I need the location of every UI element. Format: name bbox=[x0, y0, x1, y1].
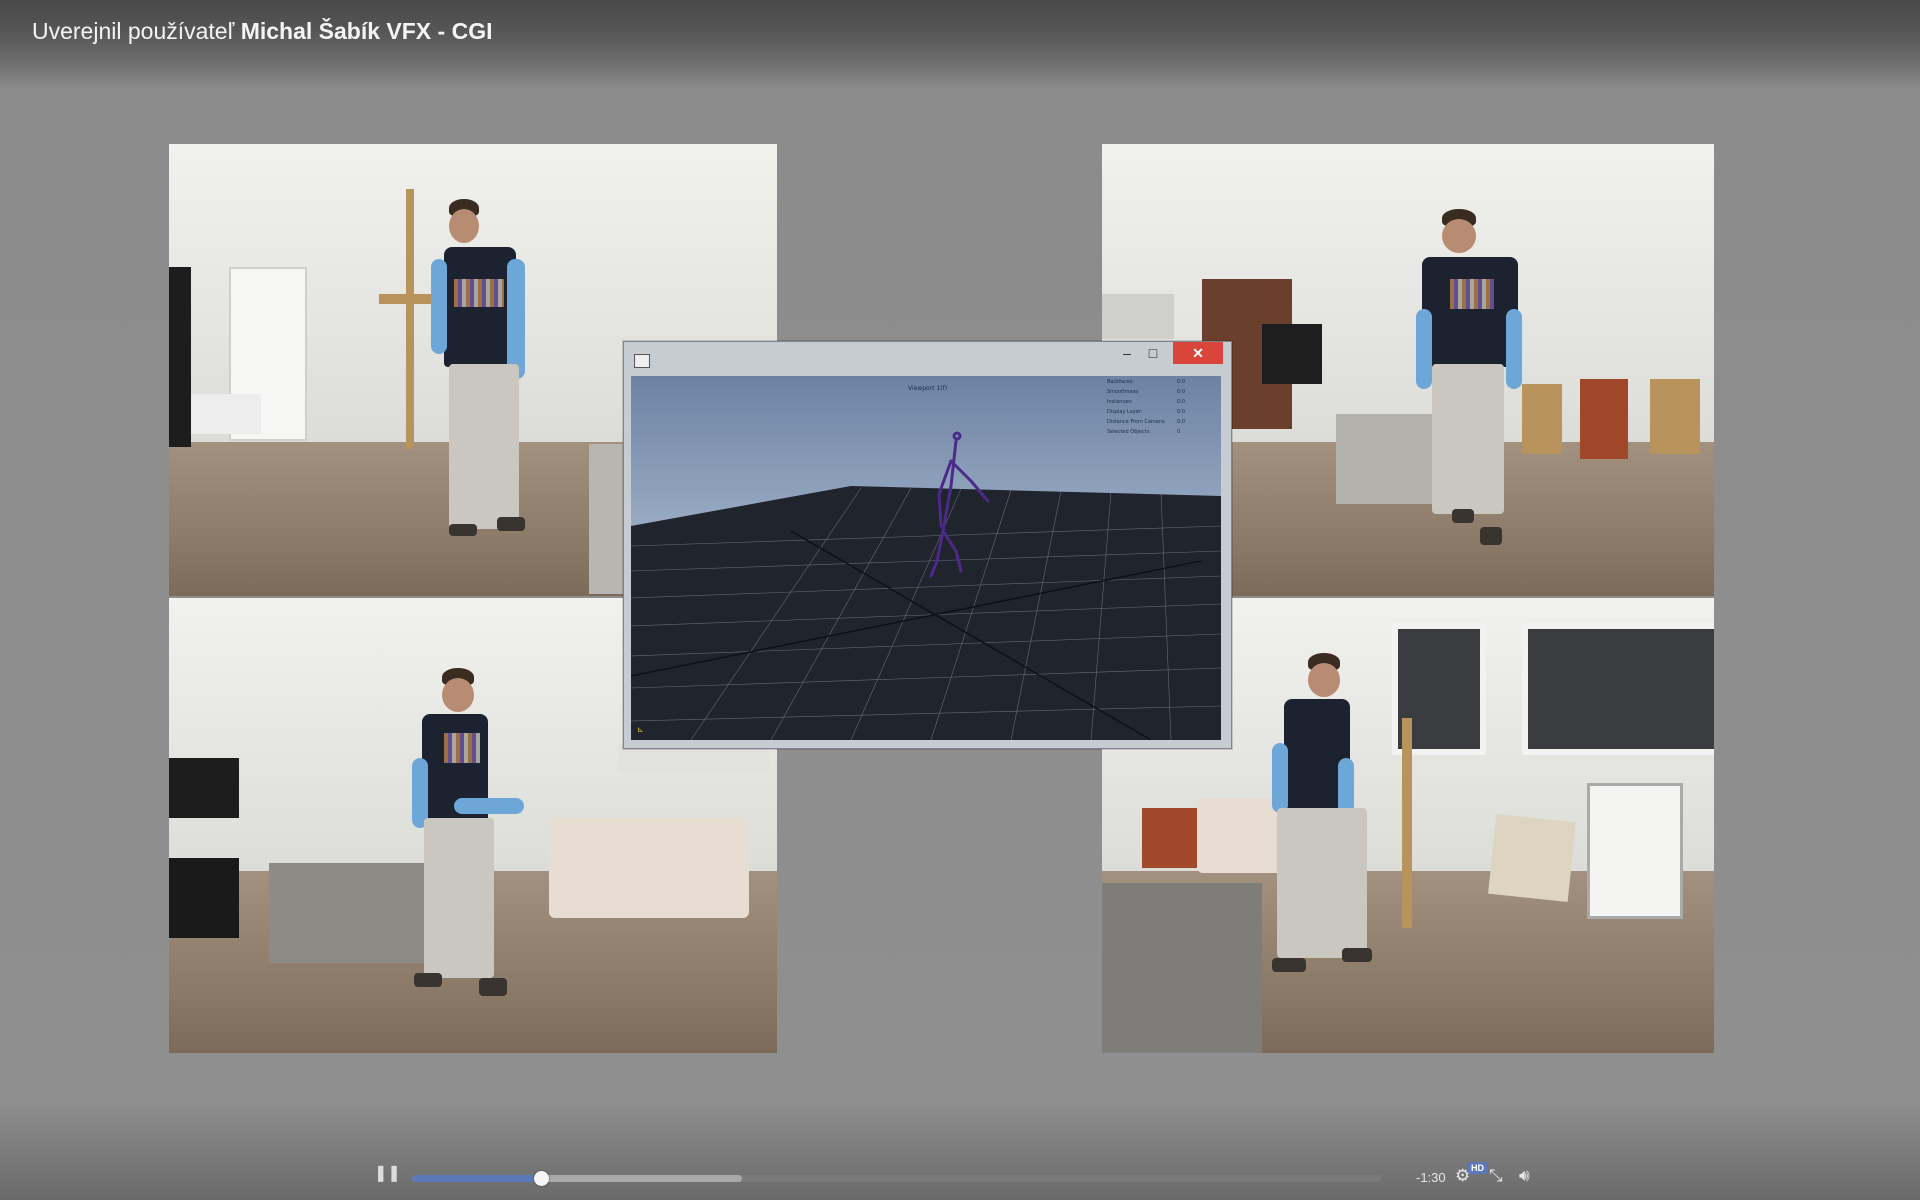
hud-row: Backfaces: 0:0 bbox=[1107, 379, 1186, 385]
posted-by-prefix: Uverejnil používateľ bbox=[32, 18, 235, 44]
author-name[interactable]: Michal Šabík VFX - CGI bbox=[241, 18, 493, 44]
fullscreen-exit-icon[interactable]: ⤡ bbox=[1489, 1167, 1503, 1185]
hud-row: Display Layer: 0:0 bbox=[1107, 409, 1186, 415]
progress-played bbox=[412, 1175, 541, 1182]
progress-handle[interactable] bbox=[534, 1171, 549, 1186]
hd-badge: HD bbox=[1468, 1162, 1487, 1174]
video-header: Uverejnil používateľ Michal Šabík VFX - … bbox=[0, 0, 1920, 88]
window-titlebar[interactable]: – □ ✕ bbox=[624, 342, 1231, 375]
hud-row: Selected Objects: 0 bbox=[1107, 429, 1181, 435]
mocap-app-window[interactable]: – □ ✕ Viewport 1(f) Backfaces: 0:0 Smoot… bbox=[623, 341, 1232, 749]
hud-row: Instances: 0:0 bbox=[1107, 399, 1186, 405]
pause-button[interactable]: ❚❚ bbox=[374, 1166, 401, 1182]
video-controls: ❚❚ -1:30 ⚙ HD ⤡ 🔊︎ bbox=[0, 1158, 1920, 1200]
video-stage[interactable]: Uverejnil používateľ Michal Šabík VFX - … bbox=[0, 0, 1920, 1200]
viewport-title: Viewport 1(f) bbox=[908, 385, 948, 392]
volume-icon[interactable]: 🔊︎ bbox=[1519, 1167, 1530, 1185]
axis-gizmo-icon: ⊾ bbox=[637, 725, 644, 734]
viewport-hud: Backfaces: 0:0 Smoothness: 0:0 Instances: 0… bbox=[1107, 377, 1186, 437]
hud-row: Smoothness: 0:0 bbox=[1107, 389, 1186, 395]
maximize-button[interactable]: □ bbox=[1140, 342, 1166, 364]
progress-bar[interactable] bbox=[412, 1171, 1382, 1186]
app-icon bbox=[634, 354, 650, 368]
time-remaining: -1:30 bbox=[1416, 1170, 1446, 1185]
minimize-button[interactable]: – bbox=[1114, 342, 1140, 364]
posted-by: Uverejnil používateľ Michal Šabík VFX - … bbox=[32, 18, 492, 45]
hud-row: Distance From Camera: 0:0 bbox=[1107, 419, 1186, 425]
close-button[interactable]: ✕ bbox=[1173, 342, 1223, 364]
3d-viewport[interactable]: Viewport 1(f) Backfaces: 0:0 Smoothness: 0… bbox=[631, 376, 1221, 740]
